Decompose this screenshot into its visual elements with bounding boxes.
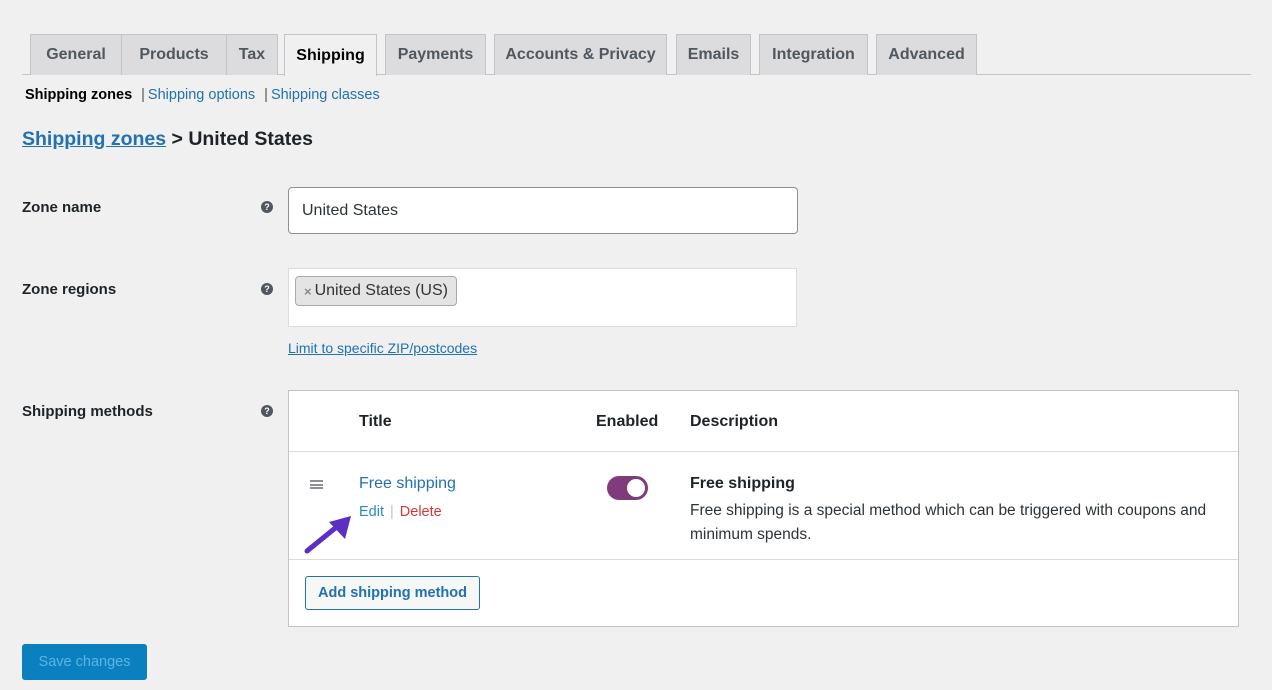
delete-link[interactable]: Delete bbox=[400, 504, 442, 520]
remove-chip-icon[interactable]: × bbox=[304, 284, 312, 299]
tab-general[interactable]: General bbox=[30, 34, 122, 75]
subnav-separator: | bbox=[141, 87, 145, 103]
table-row: Free shipping Edit | Delete Free shipping … bbox=[289, 452, 1238, 560]
column-description: Description bbox=[690, 413, 779, 430]
region-chip: × United States (US) bbox=[295, 276, 457, 306]
tab-payments[interactable]: Payments bbox=[385, 34, 486, 75]
breadcrumb-current: > United States bbox=[166, 128, 313, 150]
zone-name-label: Zone name bbox=[22, 199, 102, 216]
tab-advanced[interactable]: Advanced bbox=[876, 34, 977, 75]
edit-link[interactable]: Edit bbox=[359, 504, 384, 520]
subnav-shipping-options[interactable]: Shipping options bbox=[148, 87, 255, 103]
settings-tabs: General Products Tax Shipping Payments A… bbox=[22, 34, 1251, 76]
tab-tax[interactable]: Tax bbox=[226, 34, 278, 75]
tab-shipping[interactable]: Shipping bbox=[284, 34, 377, 76]
column-title: Title bbox=[359, 413, 392, 430]
breadcrumb: Shipping zones > United States bbox=[22, 128, 313, 151]
tab-integration[interactable]: Integration bbox=[759, 34, 868, 75]
description-title: Free shipping bbox=[690, 475, 795, 492]
shipping-subnav: Shipping zones | Shipping options | Ship… bbox=[25, 87, 380, 103]
subnav-shipping-zones: Shipping zones bbox=[25, 87, 133, 103]
zone-name-input[interactable] bbox=[288, 187, 798, 234]
subnav-shipping-classes[interactable]: Shipping classes bbox=[271, 87, 380, 103]
drag-handle-icon[interactable] bbox=[310, 480, 323, 489]
tab-accounts-privacy[interactable]: Accounts & Privacy bbox=[494, 34, 667, 75]
save-changes-button[interactable]: Save changes bbox=[22, 644, 147, 680]
description-text: Free shipping is a special method which … bbox=[690, 502, 1207, 543]
subnav-separator: | bbox=[264, 87, 268, 103]
enabled-toggle[interactable] bbox=[607, 476, 648, 500]
tab-products[interactable]: Products bbox=[121, 34, 227, 75]
method-title-link[interactable]: Free shipping bbox=[359, 475, 456, 493]
annotation-arrow-icon bbox=[304, 516, 351, 554]
shipping-methods-table: Title Enabled Description Free shipping … bbox=[288, 390, 1239, 627]
add-shipping-method-button[interactable]: Add shipping method bbox=[305, 576, 481, 610]
tab-emails[interactable]: Emails bbox=[676, 34, 751, 75]
zone-regions-label: Zone regions bbox=[22, 281, 117, 298]
help-icon[interactable]: ? bbox=[261, 283, 273, 295]
shipping-methods-label: Shipping methods bbox=[22, 403, 153, 420]
toggle-knob bbox=[627, 479, 645, 497]
table-header: Title Enabled Description bbox=[289, 391, 1238, 452]
action-separator: | bbox=[390, 504, 394, 520]
breadcrumb-shipping-zones-link[interactable]: Shipping zones bbox=[22, 128, 166, 150]
help-icon[interactable]: ? bbox=[261, 201, 273, 213]
zone-regions-select[interactable]: × United States (US) bbox=[288, 268, 797, 327]
help-icon[interactable]: ? bbox=[261, 405, 273, 417]
limit-postcodes-link[interactable]: Limit to specific ZIP/postcodes bbox=[288, 340, 477, 356]
row-actions: Edit | Delete bbox=[359, 504, 442, 520]
column-enabled: Enabled bbox=[596, 413, 659, 430]
region-chip-label: United States (US) bbox=[314, 282, 448, 299]
